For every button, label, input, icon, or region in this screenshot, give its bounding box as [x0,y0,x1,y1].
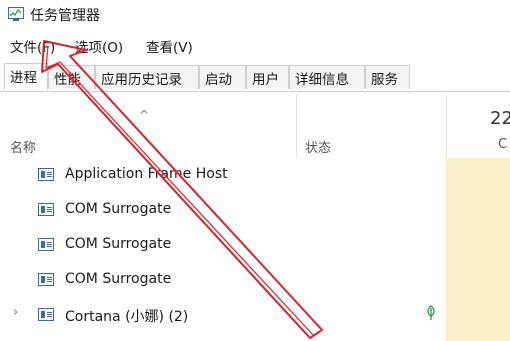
column-header-row [0,92,510,158]
process-row[interactable]: COM Surrogate [0,263,446,297]
title-bar: 任务管理器 [0,0,510,30]
process-window-icon [38,308,54,321]
column-status[interactable]: 状态 [305,137,331,156]
cpu-usage-percent: 22 [490,108,510,129]
column-divider[interactable] [296,94,297,158]
process-name: Application Frame Host [65,166,228,182]
process-name: Cortana (小娜) (2) [65,309,189,325]
task-manager-icon [8,7,24,21]
process-name: COM Surrogate [65,236,172,252]
tab-app-history[interactable]: 应用历史记录 [95,65,199,89]
leaf-icon [427,305,435,320]
tab-processes[interactable]: 进程 [4,63,48,90]
column-cpu[interactable]: C [498,137,507,152]
process-name: COM Surrogate [65,271,172,287]
process-name: COM Surrogate [65,201,172,217]
column-divider[interactable] [446,94,447,158]
tab-details[interactable]: 详细信息 [289,65,365,89]
sort-ascending-icon[interactable]: ^ [139,108,149,122]
menu-options[interactable]: 选项(O) [75,36,123,56]
menu-bar: 文件(F) 选项(O) 查看(V) [0,33,510,56]
chevron-right-icon[interactable]: › [13,305,18,320]
tab-users[interactable]: 用户 [246,65,289,89]
tab-services[interactable]: 服务 [365,65,410,89]
menu-file[interactable]: 文件(F) [10,36,55,56]
process-window-icon [38,273,54,286]
column-name[interactable]: 名称 [10,137,36,156]
tab-strip: 进程 性能 应用历史记录 启动 用户 详细信息 服务 [0,62,510,92]
process-row[interactable]: › Cortana (小娜) (2) [0,298,446,332]
cpu-column-highlight [446,158,510,341]
process-window-icon [38,168,54,181]
tab-performance[interactable]: 性能 [48,65,95,89]
process-row[interactable]: COM Surrogate [0,228,446,262]
menu-view[interactable]: 查看(V) [146,36,193,56]
process-window-icon [38,238,54,251]
process-row[interactable]: COM Surrogate [0,193,446,227]
process-row[interactable]: Application Frame Host [0,158,446,192]
tab-startup[interactable]: 启动 [199,65,246,89]
window-title: 任务管理器 [30,8,100,24]
process-window-icon [38,203,54,216]
